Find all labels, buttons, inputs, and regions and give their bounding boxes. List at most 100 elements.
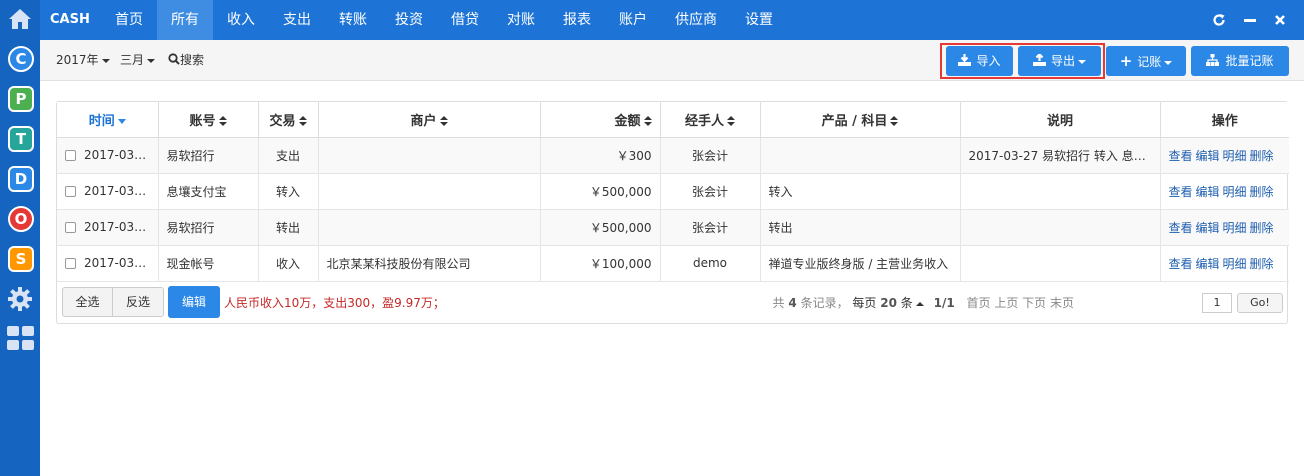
col-header-handler[interactable]: 经手人 [660,102,761,138]
header-label: 交易 [269,113,296,129]
page-indicator: 1/1 [933,296,955,310]
select-all-button[interactable]: 全选 [62,287,113,317]
sort-icon [298,116,307,127]
cell-product [760,137,961,174]
col-header-product[interactable]: 产品 / 科目 [760,102,961,138]
col-header-type[interactable]: 交易 [258,102,319,138]
time-value: 2017-03-27 [84,256,154,270]
row-checkbox[interactable] [65,186,76,197]
cell-product: 转入 [760,173,961,210]
app-icon-o[interactable]: O [8,206,34,232]
search-button[interactable]: 搜索 [168,40,204,80]
detail-link[interactable]: 明细 [1223,185,1247,199]
nav-transfer[interactable]: 转账 [325,0,381,40]
col-header-account[interactable]: 账号 [158,102,259,138]
row-checkbox[interactable] [65,150,76,161]
month-label: 三月 [120,53,145,67]
close-icon[interactable] [1274,13,1286,27]
app-sidebar: C P T D O S [0,0,40,476]
time-value: 2017-03-27 [84,184,154,198]
col-header-merchant[interactable]: 商户 [318,102,541,138]
cell-product: 禅道专业版终身版 / 主营业务收入 [760,245,961,282]
sitemap-icon [1206,54,1220,66]
apps-grid-icon[interactable] [7,326,34,351]
cell-type: 转入 [258,173,319,210]
upload-icon [1032,52,1046,66]
gear-icon[interactable] [7,286,33,312]
nav-income[interactable]: 收入 [213,0,269,40]
edit-link[interactable]: 编辑 [1196,185,1220,199]
refresh-icon[interactable] [1212,13,1226,27]
nav-settings[interactable]: 设置 [731,0,787,40]
record-label: 记账 [1137,55,1162,69]
col-header-amount[interactable]: 金额 [540,102,661,138]
delete-link[interactable]: 删除 [1250,221,1274,235]
cell-note [960,173,1161,210]
pager-info: 共 4 条记录， 每页 20 条 1/1 首页 上页 下页 末页 [773,294,1074,311]
batch-edit-button[interactable]: 编辑 [168,286,220,318]
year-label: 2017年 [56,53,99,67]
cell-handler: 张会计 [660,209,761,246]
export-button[interactable]: 导出 [1018,46,1101,76]
brand-logo: CASH [50,12,90,27]
table-header: 时间 账号 交易 商户 金额 经手人 产品 / 科目 说明 操作 [57,102,1289,138]
edit-link[interactable]: 编辑 [1196,149,1220,163]
time-value: 2017-03-27 [84,220,154,234]
edit-link[interactable]: 编辑 [1196,257,1220,271]
cell-note [960,209,1161,246]
row-checkbox[interactable] [65,258,76,269]
chevron-down-icon [1164,60,1173,65]
view-link[interactable]: 查看 [1169,149,1193,163]
import-button[interactable]: 导入 [946,46,1013,76]
cell-type: 支出 [258,137,319,174]
row-checkbox[interactable] [65,222,76,233]
invert-selection-button[interactable]: 反选 [112,287,164,317]
nav-home[interactable]: 首页 [101,0,157,40]
pager-text: 每页 [852,296,877,310]
cell-merchant [318,137,541,174]
nav-supplier[interactable]: 供应商 [661,0,731,40]
header-label: 商户 [410,113,437,129]
year-filter[interactable]: 2017年 [56,40,110,80]
pager-links[interactable]: 首页 上页 下页 末页 [967,296,1074,310]
sort-icon [439,116,448,127]
view-link[interactable]: 查看 [1169,185,1193,199]
nav-loan[interactable]: 借贷 [437,0,493,40]
app-icon-s[interactable]: S [8,246,34,272]
sort-icon [727,116,735,127]
batch-record-button[interactable]: 批量记账 [1191,46,1289,76]
record-button[interactable]: + 记账 [1106,46,1186,76]
cell-actions: 查看 编辑 明细 删除 [1160,245,1289,282]
delete-link[interactable]: 删除 [1250,149,1274,163]
app-icon-d[interactable]: D [8,166,34,192]
detail-link[interactable]: 明细 [1223,257,1247,271]
cell-merchant [318,173,541,210]
nav-invest[interactable]: 投资 [381,0,437,40]
page-number-input[interactable]: 1 [1202,293,1232,313]
month-filter[interactable]: 三月 [120,40,156,80]
delete-link[interactable]: 删除 [1250,185,1274,199]
nav-account[interactable]: 账户 [605,0,661,40]
cell-actions: 查看 编辑 明细 删除 [1160,173,1289,210]
go-button[interactable]: Go! [1237,293,1283,313]
col-header-time[interactable]: 时间 [57,102,159,138]
view-link[interactable]: 查看 [1169,257,1193,271]
detail-link[interactable]: 明细 [1223,221,1247,235]
cell-note: 2017-03-27 易软招行 转入 息壤支付宝 [960,137,1161,174]
delete-link[interactable]: 删除 [1250,257,1274,271]
view-link[interactable]: 查看 [1169,221,1193,235]
per-page-selector[interactable]: 每页 20 条 [852,296,924,310]
nav-all[interactable]: 所有 [157,0,213,40]
table-row: 2017-03-27 现金帐号 收入 北京某某科技股份有限公司 ￥100,000… [57,245,1289,282]
app-icon-t[interactable]: T [8,126,34,152]
detail-link[interactable]: 明细 [1223,149,1247,163]
nav-reconcile[interactable]: 对账 [493,0,549,40]
home-icon[interactable] [7,6,33,32]
cell-product: 转出 [760,209,961,246]
nav-expense[interactable]: 支出 [269,0,325,40]
edit-link[interactable]: 编辑 [1196,221,1220,235]
nav-report[interactable]: 报表 [549,0,605,40]
app-icon-c[interactable]: C [8,46,34,72]
app-icon-p[interactable]: P [8,86,34,112]
minimize-icon[interactable] [1244,13,1256,27]
